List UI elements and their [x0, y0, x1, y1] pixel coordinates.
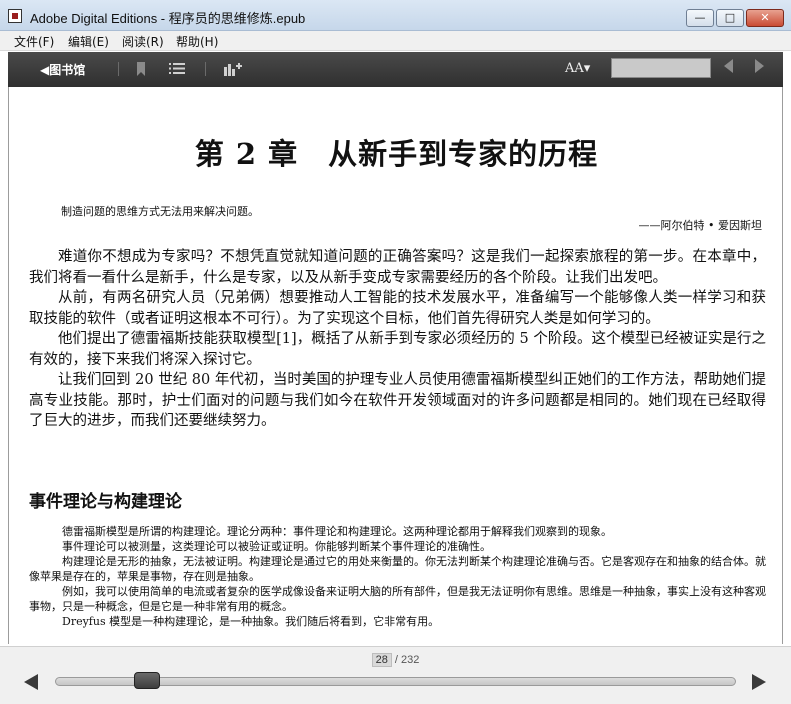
prev-page-arrow-icon[interactable]	[24, 674, 38, 690]
body-paragraph: 难道你不想成为专家吗？不想凭直觉就知道问题的正确答案吗？这是我们一起探索旅程的第…	[29, 249, 766, 286]
section-paragraph: 事件理论可以被测量，这类理论可以被验证或证明。你能够判断某个事件理论的准确性。	[62, 540, 491, 553]
library-button[interactable]: ◀图书馆	[40, 61, 85, 78]
app-icon	[8, 9, 22, 23]
reader-toolbar: ◀图书馆 AA▾	[8, 52, 783, 87]
page-navigation-bar: 28 / 232	[0, 646, 791, 704]
window-title: Adobe Digital Editions - 程序员的思维修炼.epub	[30, 11, 306, 26]
toolbar-separator	[205, 62, 206, 76]
menu-bar: 文件(F) 编辑(E) 阅读(R) 帮助(H)	[0, 31, 791, 51]
section-paragraph: 构建理论是无形的抽象，无法被证明。构建理论是通过它的用处来衡量的。你无法判断某个…	[29, 555, 766, 583]
menu-edit[interactable]: 编辑(E)	[68, 33, 109, 50]
close-button[interactable]: ✕	[746, 9, 784, 27]
chapter-body: 难道你不想成为专家吗？不想凭直觉就知道问题的正确答案吗？这是我们一起探索旅程的第…	[29, 247, 766, 432]
prev-page-icon[interactable]	[724, 59, 733, 73]
minimize-button[interactable]: —	[686, 9, 714, 27]
page-counter: 28 / 232	[0, 653, 791, 667]
bookmark-icon[interactable]	[136, 62, 146, 76]
body-paragraph: 从前，有两名研究人员（兄弟俩）想要推动人工智能的技术发展水平，准备编写一个能够像…	[29, 290, 766, 327]
menu-file[interactable]: 文件(F)	[14, 33, 54, 50]
section-paragraph: 例如，我可以使用简单的电流或者复杂的医学成像设备来证明大脑的所有部件，但是我无法…	[29, 585, 766, 613]
total-pages: / 232	[394, 654, 420, 666]
epigraph-attribution: ——阿尔伯特 • 爱因斯坦	[638, 219, 762, 232]
next-page-icon[interactable]	[755, 59, 764, 73]
page-slider-thumb[interactable]	[133, 672, 160, 689]
toolbar-separator	[118, 62, 119, 76]
epigraph: 制造问题的思维方式无法用来解决问题。	[61, 205, 259, 218]
section-paragraph: 德雷福斯模型是所谓的构建理论。理论分两种：事件理论和构建理论。这两种理论都用于解…	[62, 525, 612, 538]
body-paragraph: 让我们回到 20 世纪 80 年代初，当时美国的护理专业人员使用德雷福斯模型纠正…	[29, 372, 766, 429]
list-icon[interactable]	[169, 62, 185, 75]
menu-help[interactable]: 帮助(H)	[176, 33, 218, 50]
current-page-field[interactable]: 28	[371, 653, 392, 667]
window-titlebar: Adobe Digital Editions - 程序员的思维修炼.epub —…	[0, 0, 791, 31]
section-body: 德雷福斯模型是所谓的构建理论。理论分两种：事件理论和构建理论。这两种理论都用于解…	[29, 524, 769, 629]
next-page-arrow-icon[interactable]	[752, 674, 766, 690]
section-paragraph: Dreyfus 模型是一种构建理论，是一种抽象。我们随后将看到，它非常有用。	[62, 615, 440, 628]
maximize-button[interactable]: □	[716, 9, 744, 27]
section-heading: 事件理论与构建理论	[29, 492, 182, 512]
chapter-title: 第 2 章 从新手到专家的历程	[194, 137, 599, 171]
body-paragraph: 他们提出了德雷福斯技能获取模型[1]，概括了从新手到专家必须经历的 5 个阶段。…	[29, 331, 766, 368]
font-size-button[interactable]: AA▾	[565, 61, 590, 76]
chart-icon[interactable]	[224, 61, 242, 76]
menu-read[interactable]: 阅读(R)	[122, 33, 164, 50]
book-page: 第 2 章 从新手到专家的历程 制造问题的思维方式无法用来解决问题。 ——阿尔伯…	[8, 87, 783, 644]
search-field[interactable]	[611, 58, 711, 78]
